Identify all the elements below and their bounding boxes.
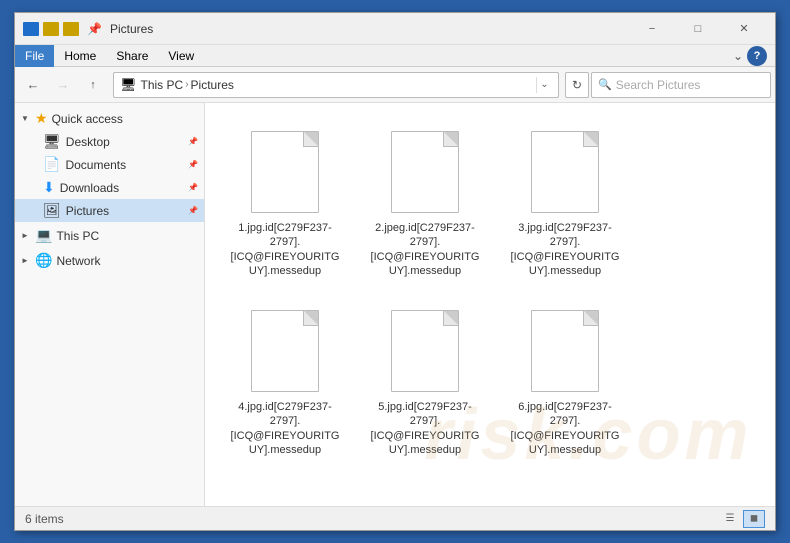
file-icon-container (385, 127, 465, 217)
pictures-label: Pictures (66, 204, 109, 218)
documents-label: Documents (65, 158, 126, 172)
item-count: 6 items (25, 512, 64, 526)
this-pc-label: This PC (56, 229, 99, 243)
up-button[interactable]: ↑ (79, 71, 107, 99)
help-button[interactable]: ? (747, 46, 767, 66)
title-bar-left: 📌 Pictures (23, 22, 629, 36)
address-bar: 🖥 This PC › Pictures ⌄ (113, 72, 559, 98)
file-name: 4.jpg.id[C279F237-2797].[ICQ@FIREYOURITG… (229, 400, 341, 457)
search-icon: 🔍 (598, 78, 612, 91)
window-controls: − □ ✕ (629, 13, 767, 45)
files-grid: 1.jpg.id[C279F237-2797].[ICQ@FIREYOURITG… (205, 103, 775, 506)
file-item[interactable]: 4.jpg.id[C279F237-2797].[ICQ@FIREYOURITG… (225, 302, 345, 461)
close-button[interactable]: ✕ (721, 13, 767, 45)
network-section: ► 🌐 Network (15, 249, 204, 272)
menu-right: ⌄ ? (725, 46, 775, 66)
minimize-button[interactable]: − (629, 13, 675, 45)
file-icon (251, 310, 319, 392)
file-icon (531, 131, 599, 213)
file-icon (251, 131, 319, 213)
title-icon-2 (43, 22, 59, 36)
pin-icon-pictures: 📌 (188, 206, 198, 215)
documents-icon: 📄 (43, 156, 60, 173)
file-item[interactable]: 3.jpg.id[C279F237-2797].[ICQ@FIREYOURITG… (505, 123, 625, 282)
file-icon (531, 310, 599, 392)
address-separator: › (185, 79, 188, 90)
explorer-window: 📌 Pictures − □ ✕ File Home Share View ⌄ … (14, 12, 776, 531)
back-button[interactable]: ← (19, 71, 47, 99)
search-bar[interactable]: 🔍 Search Pictures (591, 72, 771, 98)
title-icon-1 (23, 22, 39, 36)
refresh-button[interactable]: ↻ (565, 72, 589, 98)
file-icon-container (245, 306, 325, 396)
this-pc-header[interactable]: ► 💻 This PC (15, 224, 204, 247)
status-bar: 6 items ☰ ◼ (15, 506, 775, 530)
downloads-icon: ⬇ (43, 179, 55, 196)
quick-access-pin: 📌 (87, 22, 102, 36)
this-pc-chevron: ► (21, 231, 31, 240)
this-pc-icon: 💻 (35, 227, 52, 244)
file-item[interactable]: 2.jpeg.id[C279F237-2797].[ICQ@FIREYOURIT… (365, 123, 485, 282)
sidebar-item-pictures[interactable]: 🖼 Pictures 📌 (15, 199, 204, 222)
maximize-button[interactable]: □ (675, 13, 721, 45)
main-area: ▼ ★ Quick access 🖥 Desktop 📌 📄 Documents… (15, 103, 775, 506)
file-icon-container (525, 127, 605, 217)
window-title: Pictures (110, 22, 153, 36)
icon-view-button[interactable]: ◼ (743, 510, 765, 528)
menu-file[interactable]: File (15, 45, 54, 67)
file-name: 1.jpg.id[C279F237-2797].[ICQ@FIREYOURITG… (229, 221, 341, 278)
desktop-label: Desktop (66, 135, 110, 149)
this-pc-section: ► 💻 This PC (15, 224, 204, 247)
file-item[interactable]: 1.jpg.id[C279F237-2797].[ICQ@FIREYOURITG… (225, 123, 345, 282)
search-placeholder: Search Pictures (616, 78, 701, 92)
quick-access-chevron: ▼ (21, 114, 31, 123)
pin-icon-documents: 📌 (188, 160, 198, 169)
menu-bar: File Home Share View ⌄ ? (15, 45, 775, 67)
file-icon (391, 310, 459, 392)
menu-home[interactable]: Home (54, 45, 106, 67)
file-name: 2.jpeg.id[C279F237-2797].[ICQ@FIREYOURIT… (369, 221, 481, 278)
network-header[interactable]: ► 🌐 Network (15, 249, 204, 272)
title-bar: 📌 Pictures − □ ✕ (15, 13, 775, 45)
file-item[interactable]: 6.jpg.id[C279F237-2797].[ICQ@FIREYOURITG… (505, 302, 625, 461)
content-area: risk.com 1.jpg.id[C279F237-2797].[ICQ@FI… (205, 103, 775, 506)
address-this-pc[interactable]: This PC (141, 78, 184, 92)
chevron-down-icon: ⌄ (733, 49, 743, 63)
sidebar-item-documents[interactable]: 📄 Documents 📌 (15, 153, 204, 176)
file-icon (391, 131, 459, 213)
address-dropdown-icon[interactable]: ⌄ (536, 77, 552, 93)
menu-view[interactable]: View (158, 45, 204, 67)
desktop-icon: 🖥 (43, 133, 61, 150)
list-view-button[interactable]: ☰ (719, 510, 741, 528)
file-name: 5.jpg.id[C279F237-2797].[ICQ@FIREYOURITG… (369, 400, 481, 457)
file-icon-container (385, 306, 465, 396)
address-pictures[interactable]: Pictures (191, 78, 234, 92)
network-icon: 🌐 (35, 252, 52, 269)
pictures-icon: 🖼 (43, 202, 61, 219)
view-controls: ☰ ◼ (719, 510, 765, 528)
sidebar-item-desktop[interactable]: 🖥 Desktop 📌 (15, 130, 204, 153)
file-item[interactable]: 5.jpg.id[C279F237-2797].[ICQ@FIREYOURITG… (365, 302, 485, 461)
address-folder-icon: 🖥 (120, 77, 137, 93)
file-name: 3.jpg.id[C279F237-2797].[ICQ@FIREYOURITG… (509, 221, 621, 278)
file-icon-container (245, 127, 325, 217)
file-name: 6.jpg.id[C279F237-2797].[ICQ@FIREYOURITG… (509, 400, 621, 457)
toolbar: ← → ↑ 🖥 This PC › Pictures ⌄ ↻ 🔍 Search … (15, 67, 775, 103)
quick-access-header[interactable]: ▼ ★ Quick access (15, 107, 204, 130)
quick-access-section: ▼ ★ Quick access 🖥 Desktop 📌 📄 Documents… (15, 107, 204, 222)
pin-icon-downloads: 📌 (188, 183, 198, 192)
sidebar: ▼ ★ Quick access 🖥 Desktop 📌 📄 Documents… (15, 103, 205, 506)
network-label: Network (56, 254, 100, 268)
menu-share[interactable]: Share (106, 45, 158, 67)
file-icon-container (525, 306, 605, 396)
address-path: This PC › Pictures (141, 78, 532, 92)
title-icon-3 (63, 22, 79, 36)
quick-access-star-icon: ★ (35, 110, 48, 127)
forward-button[interactable]: → (49, 71, 77, 99)
network-chevron: ► (21, 256, 31, 265)
sidebar-item-downloads[interactable]: ⬇ Downloads 📌 (15, 176, 204, 199)
quick-access-label: Quick access (52, 112, 123, 126)
downloads-label: Downloads (60, 181, 119, 195)
pin-icon-desktop: 📌 (188, 137, 198, 146)
